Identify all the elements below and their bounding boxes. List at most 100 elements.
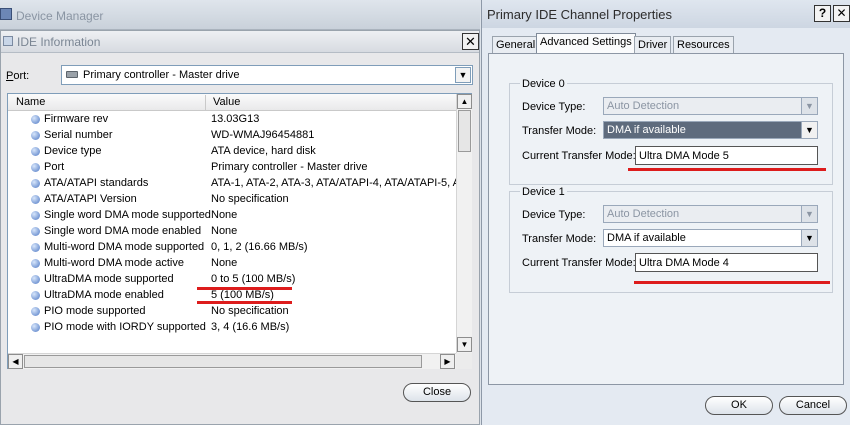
list-item-name: UltraDMA mode enabled: [44, 289, 164, 301]
device-1-transfer-mode-select[interactable]: DMA if available ▼: [603, 229, 818, 247]
info-icon: [31, 291, 40, 300]
annotation-underline: [197, 301, 292, 304]
info-icon: [31, 179, 40, 188]
list-item[interactable]: ATA/ATAPI standards ATA-1, ATA-2, ATA-3, …: [8, 176, 456, 192]
list-item-value: ATA-1, ATA-2, ATA-3, ATA/ATAPI-4, ATA/AT…: [211, 177, 456, 189]
list-item[interactable]: Serial number WD-WMAJ96454881: [8, 128, 456, 144]
list-item[interactable]: ATA/ATAPI Version No specification: [8, 192, 456, 208]
scroll-thumb[interactable]: [458, 110, 471, 152]
list-item[interactable]: PIO mode supported No specification: [8, 304, 456, 320]
list-item-name: Device type: [44, 145, 102, 157]
list-item-name: PIO mode with IORDY supported: [44, 321, 206, 333]
tab-driver[interactable]: Driver: [634, 36, 672, 53]
list-item-value: None: [211, 225, 238, 237]
ide-information-titlebar: IDE Information ✕: [1, 31, 479, 53]
list-item-name: Serial number: [44, 129, 113, 141]
list-item[interactable]: Single word DMA mode supported None: [8, 208, 456, 224]
list-item-value: 3, 4 (16.6 MB/s): [211, 321, 290, 333]
list-item[interactable]: Multi-word DMA mode supported 0, 1, 2 (16…: [8, 240, 456, 256]
info-icon: [31, 227, 40, 236]
device-0-type-value: Auto Detection: [607, 100, 680, 112]
scrollbar-corner: [456, 353, 472, 369]
device-manager-titlebar: Device Manager: [0, 0, 480, 30]
tab-resources[interactable]: Resources: [673, 36, 734, 53]
scroll-right-button[interactable]: ▶: [440, 354, 455, 369]
list-item-name: PIO mode supported: [44, 305, 146, 317]
column-header-name[interactable]: Name: [16, 96, 45, 108]
horizontal-scrollbar[interactable]: ◀ ▶: [8, 353, 456, 369]
list-item-value: None: [211, 257, 238, 269]
device-1-transfer-mode-label: Transfer Mode:: [522, 233, 597, 245]
ok-button[interactable]: OK: [705, 396, 773, 415]
info-icon: [31, 211, 40, 220]
info-icon: [31, 147, 40, 156]
list-item[interactable]: Port Primary controller - Master drive: [8, 160, 456, 176]
device-0-transfer-mode-label: Transfer Mode:: [522, 125, 597, 137]
info-icon: [31, 275, 40, 284]
device-1-title: Device 1: [520, 186, 567, 198]
chevron-down-icon[interactable]: ▼: [455, 67, 471, 83]
list-item-name: Multi-word DMA mode active: [44, 257, 184, 269]
list-item[interactable]: Device type ATA device, hard disk: [8, 144, 456, 160]
list-item[interactable]: [8, 336, 456, 352]
list-item[interactable]: PIO mode with IORDY supported 3, 4 (16.6 …: [8, 320, 456, 336]
info-icon: [31, 195, 40, 204]
list-header: Name Value: [8, 94, 456, 111]
list-item-name: ATA/ATAPI standards: [44, 177, 149, 189]
column-divider[interactable]: [205, 95, 206, 110]
list-item-value: No specification: [211, 193, 289, 205]
scroll-down-button[interactable]: ▼: [457, 337, 472, 352]
port-label: Port:: [6, 70, 30, 82]
close-button[interactable]: Close: [403, 383, 471, 402]
tab-advanced-settings[interactable]: Advanced Settings: [536, 33, 636, 54]
list-item-value: WD-WMAJ96454881: [211, 129, 315, 141]
info-icon: [31, 131, 40, 140]
list-item-name: UltraDMA mode supported: [44, 273, 174, 285]
scroll-left-button[interactable]: ◀: [8, 354, 23, 369]
list-item-name: ATA/ATAPI Version: [44, 193, 137, 205]
list-item[interactable]: Multi-word DMA mode active None: [8, 256, 456, 272]
list-item-value: 13.03G13: [211, 113, 260, 125]
vertical-scrollbar[interactable]: ▲ ▼: [456, 94, 472, 353]
device-0-transfer-mode-select[interactable]: DMA if available ▼: [603, 121, 818, 139]
list-item[interactable]: Single word DMA mode enabled None: [8, 224, 456, 240]
info-icon: [31, 323, 40, 332]
list-item-name: Multi-word DMA mode supported: [44, 241, 205, 253]
properties-titlebar: Primary IDE Channel Properties ? ✕: [482, 0, 850, 28]
list-item-name: Firmware rev: [44, 113, 109, 125]
drive-icon: [66, 71, 78, 78]
device-1-type-label: Device Type:: [522, 209, 586, 221]
annotation-underline: [628, 168, 826, 171]
annotation-underline: [634, 281, 830, 284]
chevron-down-icon: ▼: [801, 206, 817, 222]
port-select[interactable]: Primary controller - Master drive ▼: [61, 65, 473, 85]
chevron-down-icon[interactable]: ▼: [801, 230, 817, 246]
list-item[interactable]: UltraDMA mode supported 0 to 5 (100 MB/s): [8, 272, 456, 288]
annotation-underline: [197, 287, 292, 290]
close-icon[interactable]: ✕: [462, 33, 479, 50]
close-icon[interactable]: ✕: [833, 5, 850, 22]
device-0-type-select: Auto Detection ▼: [603, 97, 818, 115]
tab-general[interactable]: General: [492, 36, 540, 53]
list-item-name: Single word DMA mode supported: [44, 209, 211, 221]
device-0-current-mode-value: Ultra DMA Mode 5: [639, 150, 729, 162]
scroll-thumb-horizontal[interactable]: [24, 355, 422, 368]
list-item-value: 0, 1, 2 (16.66 MB/s): [211, 241, 308, 253]
cancel-button[interactable]: Cancel: [779, 396, 847, 415]
ide-info-list[interactable]: Name Value Firmware rev 13.03G13 Serial nu…: [7, 93, 472, 369]
device-0-transfer-mode-value: DMA if available: [607, 124, 686, 136]
device-0-current-mode-label: Current Transfer Mode:: [522, 150, 636, 162]
device-1-current-mode-value: Ultra DMA Mode 4: [639, 257, 729, 269]
column-header-value[interactable]: Value: [213, 96, 240, 108]
list-item-value: No specification: [211, 305, 289, 317]
list-item-name: Single word DMA mode enabled: [44, 225, 202, 237]
info-icon: [31, 243, 40, 252]
list-item[interactable]: Firmware rev 13.03G13: [8, 112, 456, 128]
device-1-transfer-mode-value: DMA if available: [607, 232, 686, 244]
chevron-down-icon[interactable]: ▼: [801, 122, 817, 138]
port-select-value: Primary controller - Master drive: [83, 69, 240, 81]
help-icon[interactable]: ?: [814, 5, 831, 22]
info-icon: [31, 115, 40, 124]
device-1-type-value: Auto Detection: [607, 208, 680, 220]
scroll-up-button[interactable]: ▲: [457, 94, 472, 109]
